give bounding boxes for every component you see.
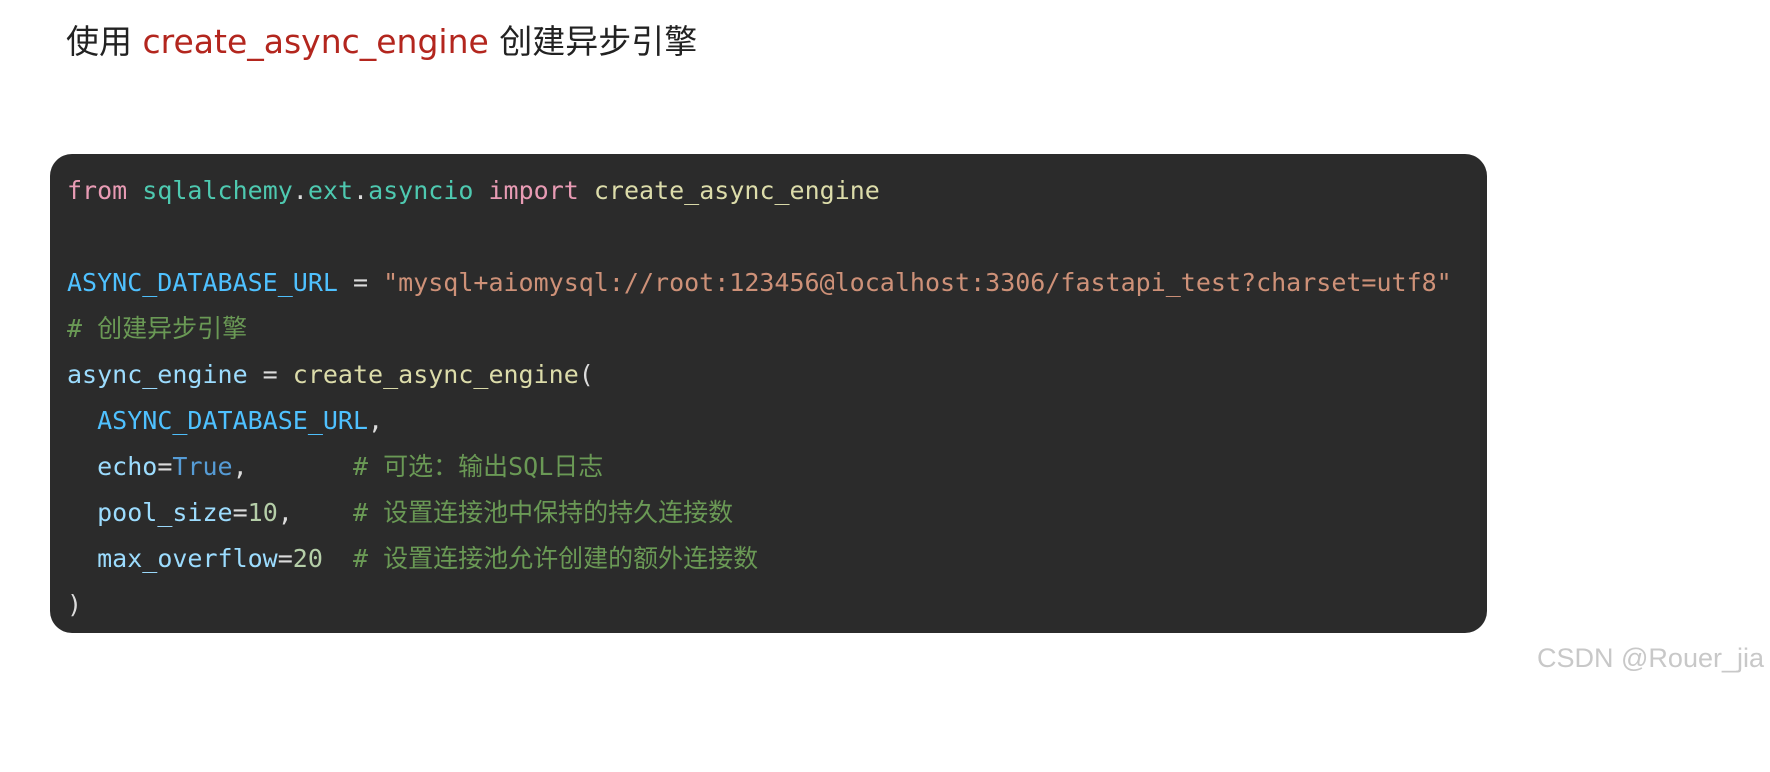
code-line-10: ) bbox=[67, 582, 1452, 628]
code-block[interactable]: from sqlalchemy.ext.asyncio import creat… bbox=[50, 154, 1487, 633]
code-line-9: max_overflow=20 # 设置连接池允许创建的额外连接数 bbox=[67, 536, 1452, 582]
code-line-7: echo=True, # 可选：输出SQL日志 bbox=[67, 444, 1452, 490]
value-pool-size: 10 bbox=[247, 498, 278, 527]
dot: . bbox=[292, 176, 308, 205]
code-content: from sqlalchemy.ext.asyncio import creat… bbox=[67, 168, 1452, 628]
connection-string: "mysql+aiomysql://root:123456@localhost:… bbox=[383, 268, 1452, 297]
param-pool-size: pool_size bbox=[97, 498, 233, 527]
variable-async-engine: async_engine bbox=[67, 360, 248, 389]
value-max-overflow: 20 bbox=[292, 544, 323, 573]
value-true: True bbox=[172, 452, 233, 481]
padding bbox=[248, 452, 353, 481]
assign-operator: = bbox=[337, 268, 384, 297]
comment-pool-size: # 设置连接池中保持的持久连接数 bbox=[353, 498, 734, 527]
equals: = bbox=[277, 544, 293, 573]
assign-operator: = bbox=[247, 360, 293, 389]
param-echo: echo bbox=[97, 452, 158, 481]
module-ext: ext bbox=[307, 176, 354, 205]
module-sqlalchemy: sqlalchemy bbox=[142, 176, 293, 205]
padding bbox=[293, 498, 353, 527]
argument-database-url: ASYNC_DATABASE_URL bbox=[97, 406, 369, 435]
code-line-6: ASYNC_DATABASE_URL, bbox=[67, 398, 1452, 444]
heading-prefix: 使用 bbox=[66, 22, 143, 61]
comment-create-engine: # 创建异步引擎 bbox=[67, 314, 248, 343]
module-asyncio: asyncio bbox=[368, 176, 474, 205]
constant-database-url: ASYNC_DATABASE_URL bbox=[67, 268, 338, 297]
comment-max-overflow: # 设置连接池允许创建的额外连接数 bbox=[353, 544, 759, 573]
keyword-from: from bbox=[67, 176, 128, 205]
comma: , bbox=[368, 406, 384, 435]
code-line-2-blank bbox=[67, 214, 1452, 260]
heading-inline-code: create_async_engine bbox=[142, 22, 489, 61]
padding bbox=[323, 544, 353, 573]
close-paren: ) bbox=[67, 590, 83, 619]
function-call: create_async_engine bbox=[292, 360, 579, 389]
heading-suffix: 创建异步引擎 bbox=[488, 22, 698, 61]
code-line-5: async_engine = create_async_engine( bbox=[67, 352, 1452, 398]
equals: = bbox=[232, 498, 248, 527]
section-heading: 使用 create_async_engine 创建异步引擎 bbox=[66, 20, 697, 64]
imported-function: create_async_engine bbox=[593, 176, 880, 205]
dot: . bbox=[353, 176, 369, 205]
code-line-8: pool_size=10, # 设置连接池中保持的持久连接数 bbox=[67, 490, 1452, 536]
code-line-1: from sqlalchemy.ext.asyncio import creat… bbox=[67, 168, 1452, 214]
comment-echo: # 可选：输出SQL日志 bbox=[353, 452, 604, 481]
code-line-4: # 创建异步引擎 bbox=[67, 306, 1452, 352]
keyword-import: import bbox=[488, 176, 579, 205]
comma: , bbox=[277, 498, 293, 527]
comma: , bbox=[232, 452, 248, 481]
open-paren: ( bbox=[578, 360, 594, 389]
param-max-overflow: max_overflow bbox=[97, 544, 278, 573]
watermark: CSDN @Rouer_jia bbox=[1537, 643, 1764, 673]
equals: = bbox=[157, 452, 173, 481]
code-line-3: ASYNC_DATABASE_URL = "mysql+aiomysql://r… bbox=[67, 260, 1452, 306]
